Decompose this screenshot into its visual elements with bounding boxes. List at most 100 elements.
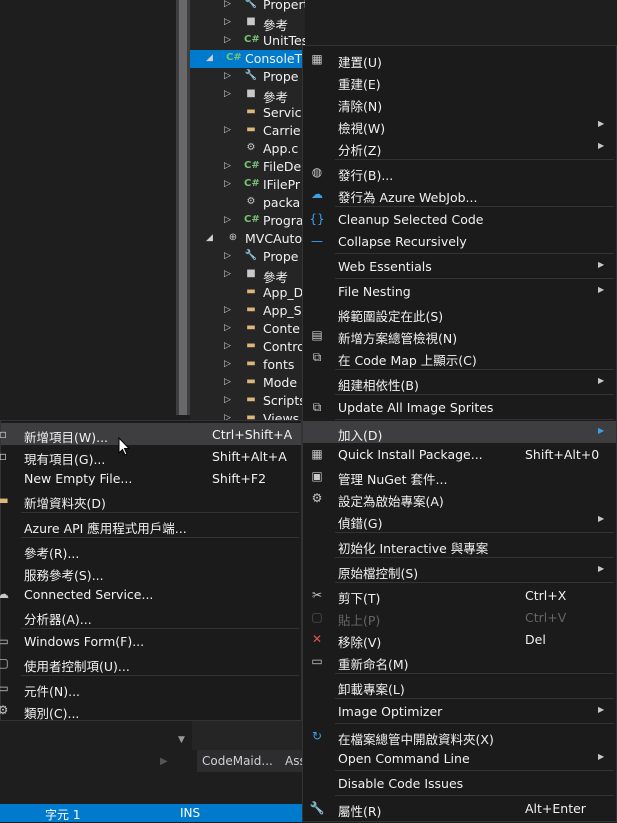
solution-tree-row[interactable]: ⚙ App.c [190, 140, 305, 158]
menu-separator [335, 770, 614, 771]
menu-item[interactable]: ⚙ 設定為啟始專案(A) [303, 487, 616, 509]
solution-tree-row[interactable]: ⚙ packa [190, 194, 305, 212]
menu-item[interactable]: 原始檔控制(S) ▶ [303, 559, 616, 581]
solution-tree-row[interactable]: ▷ ▬ Scripts [190, 392, 305, 410]
menu-item[interactable]: ▢ 貼上(P) Ctrl+V [303, 606, 616, 628]
menu-item[interactable]: ↻ 在檔案總管中開啟資料夾(X) [303, 725, 616, 747]
menu-item[interactable]: 🔧 屬性(R) Alt+Enter [303, 797, 616, 819]
collapsed-arrow-icon[interactable]: ▷ [224, 377, 231, 387]
collapsed-arrow-icon[interactable]: ▷ [224, 359, 231, 369]
menu-item[interactable]: ☁ 發行為 Azure WebJob... [303, 183, 616, 205]
menu-item[interactable]: ▢ 使用者控制項(U)... [0, 652, 301, 674]
solution-tree-row[interactable]: ▬ Servic [190, 104, 305, 122]
menu-item[interactable]: File Nesting ▶ [303, 280, 616, 302]
menu-item[interactable]: 服務參考(S)... [1, 561, 301, 583]
solution-tree-row[interactable]: ▷ C# IFilePr [190, 176, 305, 194]
menu-item[interactable]: Open Command Line ▶ [303, 747, 616, 769]
menu-item[interactable]: 重建(E) [303, 70, 616, 92]
menu-item[interactable]: ⚙ 類別(C)... [0, 699, 301, 721]
menu-item[interactable]: 參考(R)... [1, 539, 301, 561]
collapsed-arrow-icon[interactable]: ▷ [224, 395, 231, 405]
menu-item[interactable]: ▫ 現有項目(G)... Shift+Alt+A [0, 445, 301, 467]
collapsed-arrow-icon[interactable]: ▷ [224, 17, 231, 27]
menu-item[interactable]: Web Essentials ▶ [303, 255, 616, 277]
tree-item-label: fonts [263, 357, 295, 372]
chevron-right-icon[interactable]: ▶ [160, 756, 168, 767]
menu-item[interactable]: ⧉ Update All Image Sprites [303, 396, 616, 418]
tab-codemaid[interactable]: CodeMaid... [202, 754, 273, 768]
submenu-scroll-down[interactable]: ▼ [174, 721, 192, 751]
solution-tree-row[interactable]: ▷ ▬ fonts [190, 356, 305, 374]
solution-tree-row[interactable]: ▷ ▬ Mode [190, 374, 305, 392]
menu-item[interactable]: 分析(Z) ▶ [303, 136, 616, 158]
menu-item[interactable]: ▭ 元件(N)... [0, 677, 301, 699]
collapsed-arrow-icon[interactable]: ▷ [224, 179, 231, 189]
wrench-icon: 🔧 [309, 801, 325, 815]
menu-item-label: 在檔案總管中開啟資料夾(X) [338, 732, 494, 747]
solution-tree-row[interactable]: ▬ App_D [190, 284, 305, 302]
editor-vertical-scrollbar[interactable] [176, 0, 190, 415]
menu-item[interactable]: {} Cleanup Selected Code [303, 208, 616, 230]
menu-item[interactable]: 偵錯(G) ▶ [303, 509, 616, 531]
expanded-arrow-icon[interactable]: ◢ [206, 233, 213, 243]
menu-item[interactable]: 將範圍設定在此(S) [303, 302, 616, 324]
solution-tree-row[interactable]: ▷ C# FileDe [190, 158, 305, 176]
solution-tree-row[interactable]: ▷ ■ 參考 [190, 14, 305, 33]
menu-item[interactable]: ▫ 新增項目(W)... Ctrl+Shift+A [0, 423, 301, 445]
collapsed-arrow-icon[interactable]: ▷ [224, 215, 231, 225]
menu-item[interactable]: Azure API 應用程式用戶端... [1, 514, 301, 536]
solution-tree-row[interactable]: ▷ ▬ Conte [190, 320, 305, 338]
menu-item[interactable]: 分析器(A)... [1, 605, 301, 627]
menu-item-label: 發行為 Azure WebJob... [338, 190, 478, 205]
collapsed-arrow-icon[interactable]: ▷ [224, 35, 231, 45]
collapsed-arrow-icon[interactable]: ▷ [224, 125, 231, 135]
collapsed-arrow-icon[interactable]: ▷ [224, 341, 231, 351]
menu-item[interactable]: ▤ 新增方案總管檢視(N) [303, 324, 616, 346]
code-editor[interactable] [0, 0, 176, 415]
menu-item[interactable]: 組建相依性(B) ▶ [303, 371, 616, 393]
collapsed-arrow-icon[interactable]: ▷ [224, 251, 231, 261]
menu-item[interactable]: ▭ Windows Form(F)... [0, 630, 301, 652]
solution-tree-row[interactable]: ▷ C#UnitTest1.cs [190, 32, 305, 50]
collapsed-arrow-icon[interactable]: ▷ [224, 89, 231, 99]
collapsed-arrow-icon[interactable]: ▷ [224, 269, 231, 279]
solution-tree-row[interactable]: ▷ 🔧 Prope [190, 248, 305, 266]
menu-item[interactable]: ✕ 移除(V) Del [303, 628, 616, 650]
solution-tree-row[interactable]: ▷ ▬ App_S [190, 302, 305, 320]
collapsed-arrow-icon[interactable]: ▷ [224, 161, 231, 171]
solution-tree-row[interactable]: ▷ ■ 參考 [190, 86, 305, 105]
menu-item[interactable]: 卸載專案(L) [303, 675, 616, 697]
solution-tree-row[interactable]: ▷ 🔧 Properties [190, 0, 305, 14]
solution-tree-row[interactable]: ▷ ▬ Carrie [190, 122, 305, 140]
tree-item-label: IFilePr [263, 177, 301, 192]
solution-tree-row[interactable]: ◢ ⊕ MVCAuto [190, 230, 305, 248]
menu-item[interactable]: ⧉ 在 Code Map 上顯示(C) [303, 346, 616, 368]
menu-item[interactable]: 檢視(W) ▶ [303, 114, 616, 136]
menu-item[interactable]: ▦ 建置(U) [303, 48, 616, 70]
solution-tree-row[interactable]: ▷ 🔧 Prope [190, 68, 305, 86]
menu-item[interactable]: ▦ Quick Install Package... Shift+Alt+0 [303, 443, 616, 465]
menu-item[interactable]: Disable Code Issues [303, 772, 616, 794]
menu-item[interactable]: 初始化 Interactive 與專案 [303, 534, 616, 556]
scrollbar-thumb[interactable] [179, 0, 187, 415]
menu-item[interactable]: ▭ 重新命名(M) [303, 650, 616, 672]
collapsed-arrow-icon[interactable]: ▷ [224, 323, 231, 333]
menu-item[interactable]: — Collapse Recursively [303, 230, 616, 252]
menu-item[interactable]: ✂ 剪下(T) Ctrl+X [303, 584, 616, 606]
collapsed-arrow-icon[interactable]: ▷ [224, 0, 231, 9]
solution-tree-row[interactable]: ◢ C# ConsoleT [190, 50, 305, 68]
solution-tree-row[interactable]: ▷ C# Progra [190, 212, 305, 230]
expanded-arrow-icon[interactable]: ◢ [206, 53, 213, 63]
menu-item[interactable]: Image Optimizer ▶ [303, 700, 616, 722]
menu-item[interactable]: 加入(D) ▶ [303, 421, 616, 443]
solution-tree-row[interactable]: ▷ ▬ Contro [190, 338, 305, 356]
menu-item[interactable]: ▬ 新增資料夾(D) [0, 489, 301, 511]
collapsed-arrow-icon[interactable]: ▷ [224, 71, 231, 81]
menu-item[interactable]: 清除(N) [303, 92, 616, 114]
menu-item[interactable]: ▣ 管理 NuGet 套件... [303, 465, 616, 487]
menu-item[interactable]: ☁ Connected Service... [0, 583, 301, 605]
menu-item[interactable]: ◍ 發行(B)... [303, 161, 616, 183]
menu-item[interactable]: New Empty File... Shift+F2 [1, 467, 301, 489]
solution-tree-row[interactable]: ▷ ■ 參考 [190, 266, 305, 285]
collapsed-arrow-icon[interactable]: ▷ [224, 305, 231, 315]
